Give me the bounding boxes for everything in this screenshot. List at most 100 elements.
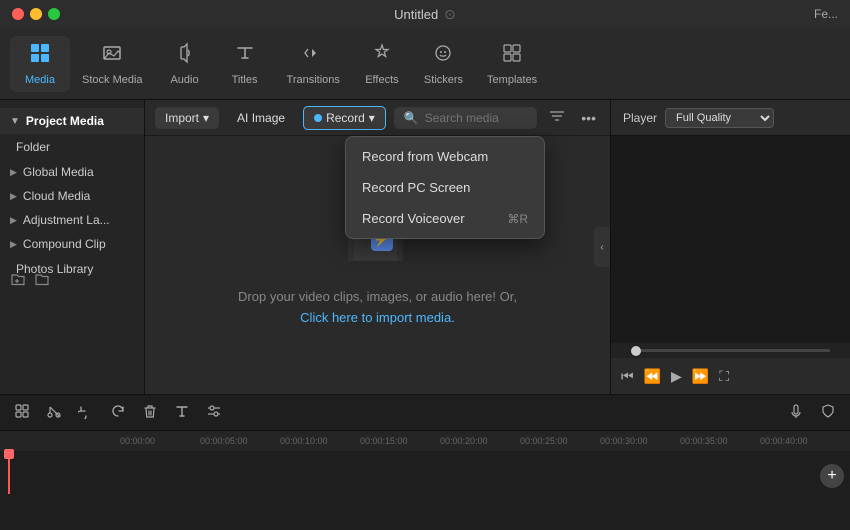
folder-button[interactable] <box>34 271 50 290</box>
media-toolbar: Import ▾ AI Image Record ▾ 🔍 <box>145 100 610 136</box>
timeline-label-0: 00:00:00 <box>120 436 200 446</box>
ai-image-button[interactable]: AI Image <box>227 107 295 129</box>
record-dot <box>314 114 322 122</box>
toolbar-item-templates[interactable]: Templates <box>475 36 549 92</box>
record-dropdown: Record from Webcam Record PC Screen Reco… <box>345 136 545 239</box>
timeline-label-6: 00:00:30:00 <box>600 436 680 446</box>
title-bar-right: Fe... <box>814 7 838 21</box>
close-button[interactable] <box>12 8 24 20</box>
play-button[interactable]: ▶ <box>671 368 682 385</box>
stickers-label: Stickers <box>424 74 463 86</box>
toolbar-item-stickers[interactable]: Stickers <box>412 36 475 92</box>
timeline-label-4: 00:00:20:00 <box>440 436 520 446</box>
quality-select[interactable]: Full Quality Half Quality Quarter Qualit… <box>665 108 774 128</box>
delete-button[interactable] <box>138 399 162 427</box>
titles-label: Titles <box>232 74 258 86</box>
playhead-head <box>4 449 14 459</box>
templates-label: Templates <box>487 74 537 86</box>
select-tool-button[interactable] <box>10 399 34 427</box>
main-toolbar: Media Stock Media Audio Titles Transitio… <box>0 28 850 100</box>
filter-button[interactable] <box>545 105 569 130</box>
sidebar-bottom-actions <box>0 267 145 294</box>
timeline-label-3: 00:00:15:00 <box>360 436 440 446</box>
toolbar-item-titles[interactable]: Titles <box>215 36 275 92</box>
project-media-label: Project Media <box>26 114 104 128</box>
timeline-label-2: 00:00:10:00 <box>280 436 360 446</box>
sidebar-project-media[interactable]: ▼ Project Media <box>0 108 144 134</box>
transitions-label: Transitions <box>287 74 340 86</box>
more-button[interactable]: ••• <box>577 106 600 130</box>
record-pc-screen-item[interactable]: Record PC Screen <box>346 172 544 203</box>
step-back-button[interactable]: ⏪ <box>644 368 661 385</box>
media-label: Media <box>25 74 55 86</box>
timeline-label-1: 00:00:05:00 <box>200 436 280 446</box>
import-button[interactable]: Import ▾ <box>155 107 219 129</box>
timeline-label-7: 00:00:35:00 <box>680 436 760 446</box>
progress-thumb <box>631 346 641 356</box>
record-dropdown-arrow: ▾ <box>369 111 375 125</box>
titles-icon <box>234 42 256 70</box>
toolbar-item-stock-media[interactable]: Stock Media <box>70 36 155 92</box>
timeline: 00:00:00 00:00:05:00 00:00:10:00 00:00:1… <box>0 430 850 494</box>
templates-icon <box>501 42 523 70</box>
media-panel: Import ▾ AI Image Record ▾ 🔍 <box>145 100 610 394</box>
trim-tool-button[interactable] <box>42 399 66 427</box>
effects-label: Effects <box>365 74 398 86</box>
search-input[interactable] <box>425 111 528 125</box>
audio-label: Audio <box>170 74 198 86</box>
global-media-arrow: ▶ <box>10 167 17 178</box>
window-title: Untitled ⊙ <box>394 6 456 23</box>
toolbar-item-effects[interactable]: Effects <box>352 36 412 92</box>
effects-icon <box>371 42 393 70</box>
stock-media-label: Stock Media <box>82 74 143 86</box>
sidebar-item-compound-clip[interactable]: ▶ Compound Clip <box>0 232 144 256</box>
record-voiceover-item[interactable]: Record Voiceover ⌘R <box>346 203 544 234</box>
timeline-label-5: 00:00:25:00 <box>520 436 600 446</box>
transitions-icon <box>302 42 324 70</box>
minimize-button[interactable] <box>30 8 42 20</box>
title-bar: Untitled ⊙ Fe... <box>0 0 850 28</box>
adjustment-layer-arrow: ▶ <box>10 215 17 226</box>
project-media-arrow: ▼ <box>10 116 20 127</box>
adjust-button[interactable] <box>202 399 226 427</box>
search-icon: 🔍 <box>404 111 419 125</box>
compound-clip-arrow: ▶ <box>10 239 17 250</box>
toolbar-item-transitions[interactable]: Transitions <box>275 36 352 92</box>
timeline-ruler: 00:00:00 00:00:05:00 00:00:10:00 00:00:1… <box>0 431 850 451</box>
toolbar-item-audio[interactable]: Audio <box>155 36 215 92</box>
add-track-button[interactable]: + <box>820 464 844 488</box>
fullscreen-player-button[interactable]: ⛶ <box>719 368 729 385</box>
timeline-label-8: 00:00:40:00 <box>760 436 840 446</box>
sidebar-item-adjustment-layer[interactable]: ▶ Adjustment La... <box>0 208 144 232</box>
player-view <box>611 136 850 343</box>
drop-text: Drop your video clips, images, or audio … <box>238 287 517 329</box>
text-button[interactable] <box>170 399 194 427</box>
skip-back-button[interactable]: ⏮ <box>621 368 634 385</box>
sidebar-item-cloud-media[interactable]: ▶ Cloud Media <box>0 184 144 208</box>
progress-bar[interactable] <box>631 349 830 352</box>
undo-button[interactable] <box>74 399 98 427</box>
toolbar-item-media[interactable]: Media <box>10 36 70 92</box>
import-dropdown-arrow: ▾ <box>203 111 209 125</box>
sidebar-item-global-media[interactable]: ▶ Global Media <box>0 160 144 184</box>
timeline-labels: 00:00:00 00:00:05:00 00:00:10:00 00:00:1… <box>10 436 840 446</box>
record-from-webcam-item[interactable]: Record from Webcam <box>346 141 544 172</box>
audio-icon <box>174 42 196 70</box>
fullscreen-button[interactable] <box>48 8 60 20</box>
timeline-track[interactable]: + <box>0 451 850 494</box>
media-panel-container: Import ▾ AI Image Record ▾ 🔍 <box>145 100 610 394</box>
sidebar-item-folder[interactable]: Folder <box>0 134 144 160</box>
collapse-panel-button[interactable]: ‹ <box>594 227 610 267</box>
add-folder-button[interactable] <box>10 271 26 290</box>
cloud-media-arrow: ▶ <box>10 191 17 202</box>
step-forward-button[interactable]: ⏩ <box>692 368 709 385</box>
media-icon <box>29 42 51 70</box>
redo-button[interactable] <box>106 399 130 427</box>
voice-button[interactable] <box>784 399 808 427</box>
search-box: 🔍 <box>394 107 537 129</box>
shield-button[interactable] <box>816 399 840 427</box>
import-link[interactable]: Click here to import media. <box>300 310 455 325</box>
record-button[interactable]: Record ▾ <box>303 106 386 130</box>
voiceover-shortcut: ⌘R <box>507 212 528 226</box>
stock-media-icon <box>101 42 123 70</box>
